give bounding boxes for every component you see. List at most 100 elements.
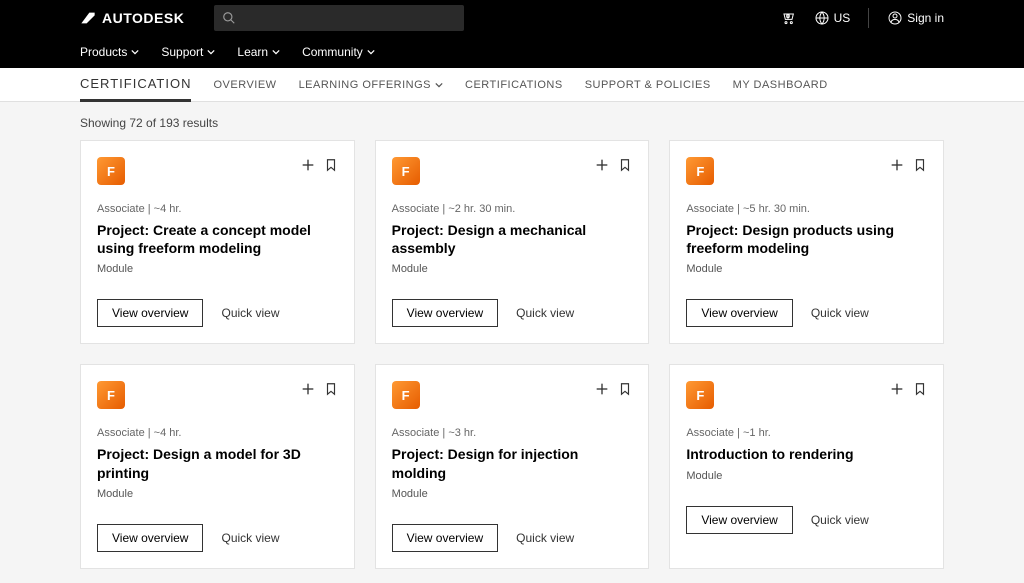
course-card: F Associate | ~2 hr. 30 min. Project: De…	[375, 140, 650, 344]
fusion-icon: F	[97, 381, 125, 409]
card-meta: Associate | ~5 hr. 30 min.	[686, 203, 927, 215]
bookmark-icon[interactable]	[618, 381, 632, 397]
sign-in-button[interactable]: Sign in	[887, 10, 944, 26]
add-icon[interactable]	[300, 381, 316, 397]
card-footer: View overview Quick view	[686, 506, 927, 534]
quick-view-link[interactable]: Quick view	[516, 531, 574, 545]
card-footer: View overview Quick view	[97, 299, 338, 327]
svg-text:0: 0	[786, 14, 789, 20]
card-title: Project: Design for injection molding	[392, 445, 633, 481]
tab-support-policies[interactable]: SUPPORT & POLICIES	[585, 79, 711, 91]
card-title: Introduction to rendering	[686, 445, 927, 463]
view-overview-button[interactable]: View overview	[686, 506, 792, 534]
search-input[interactable]	[244, 11, 456, 25]
fusion-icon: F	[686, 157, 714, 185]
brand-logo[interactable]: AUTODESK	[80, 10, 184, 26]
view-overview-button[interactable]: View overview	[97, 299, 203, 327]
card-header: F	[392, 381, 633, 409]
course-card: F Associate | ~3 hr. Project: Design for…	[375, 364, 650, 568]
user-icon	[887, 10, 903, 26]
fusion-icon: F	[392, 157, 420, 185]
view-overview-button[interactable]: View overview	[97, 524, 203, 552]
card-actions	[594, 381, 632, 397]
region-text: US	[834, 11, 851, 25]
add-icon[interactable]	[594, 381, 610, 397]
tab-overview[interactable]: OVERVIEW	[213, 79, 276, 91]
bookmark-icon[interactable]	[913, 157, 927, 173]
course-card: F Associate | ~5 hr. 30 min. Project: De…	[669, 140, 944, 344]
quick-view-link[interactable]: Quick view	[221, 531, 279, 545]
quick-view-link[interactable]: Quick view	[811, 513, 869, 527]
add-icon[interactable]	[889, 381, 905, 397]
globe-icon	[814, 10, 830, 26]
add-icon[interactable]	[594, 157, 610, 173]
course-card: F Associate | ~4 hr. Project: Create a c…	[80, 140, 355, 344]
cart-button[interactable]: 0	[780, 10, 796, 26]
quick-view-link[interactable]: Quick view	[811, 306, 869, 320]
tab-learning-offerings[interactable]: LEARNING OFFERINGS	[299, 79, 443, 91]
bookmark-icon[interactable]	[324, 157, 338, 173]
tab-certifications[interactable]: CERTIFICATIONS	[465, 79, 563, 91]
tertiary-nav: CERTIFICATION OVERVIEW LEARNING OFFERING…	[0, 68, 1024, 102]
add-icon[interactable]	[889, 157, 905, 173]
card-actions	[889, 157, 927, 173]
card-type: Module	[686, 470, 927, 482]
view-overview-button[interactable]: View overview	[392, 524, 498, 552]
card-type: Module	[392, 263, 633, 275]
tab-my-dashboard[interactable]: MY DASHBOARD	[733, 79, 828, 91]
secondary-nav: Products Support Learn Community	[0, 36, 1024, 68]
chevron-down-icon	[272, 48, 280, 56]
card-meta: Associate | ~3 hr.	[392, 427, 633, 439]
fusion-icon: F	[97, 157, 125, 185]
nav-learn[interactable]: Learn	[237, 45, 280, 59]
card-grid: F Associate | ~4 hr. Project: Create a c…	[80, 140, 944, 569]
nav-community[interactable]: Community	[302, 45, 375, 59]
view-overview-button[interactable]: View overview	[392, 299, 498, 327]
top-header: AUTODESK 0 US Sign in	[0, 0, 1024, 36]
chevron-down-icon	[367, 48, 375, 56]
card-actions	[300, 157, 338, 173]
header-right: 0 US Sign in	[780, 8, 944, 28]
sign-in-text: Sign in	[907, 11, 944, 25]
bookmark-icon[interactable]	[618, 157, 632, 173]
card-title: Project: Create a concept model using fr…	[97, 221, 338, 257]
content-area: Showing 72 of 193 results F Associate | …	[0, 102, 1024, 583]
card-meta: Associate | ~4 hr.	[97, 427, 338, 439]
chevron-down-icon	[435, 81, 443, 89]
chevron-down-icon	[131, 48, 139, 56]
autodesk-logo-icon	[80, 10, 96, 26]
search-box[interactable]	[214, 5, 464, 31]
card-header: F	[97, 157, 338, 185]
card-title: Project: Design a model for 3D printing	[97, 445, 338, 481]
brand-text: AUTODESK	[102, 10, 184, 26]
card-header: F	[97, 381, 338, 409]
card-actions	[594, 157, 632, 173]
card-meta: Associate | ~2 hr. 30 min.	[392, 203, 633, 215]
add-icon[interactable]	[300, 157, 316, 173]
card-meta: Associate | ~4 hr.	[97, 203, 338, 215]
card-type: Module	[97, 263, 338, 275]
quick-view-link[interactable]: Quick view	[516, 306, 574, 320]
quick-view-link[interactable]: Quick view	[221, 306, 279, 320]
divider	[868, 8, 869, 28]
nav-support[interactable]: Support	[161, 45, 215, 59]
bookmark-icon[interactable]	[324, 381, 338, 397]
card-actions	[889, 381, 927, 397]
card-footer: View overview Quick view	[392, 299, 633, 327]
view-overview-button[interactable]: View overview	[686, 299, 792, 327]
card-header: F	[686, 381, 927, 409]
search-icon	[222, 11, 236, 25]
fusion-icon: F	[686, 381, 714, 409]
page-title: CERTIFICATION	[80, 76, 191, 102]
card-type: Module	[392, 488, 633, 500]
card-type: Module	[686, 263, 927, 275]
card-title: Project: Design a mechanical assembly	[392, 221, 633, 257]
results-count: Showing 72 of 193 results	[80, 116, 944, 130]
card-header: F	[686, 157, 927, 185]
card-footer: View overview Quick view	[392, 524, 633, 552]
cart-icon: 0	[780, 10, 796, 26]
region-selector[interactable]: US	[814, 10, 851, 26]
bookmark-icon[interactable]	[913, 381, 927, 397]
nav-products[interactable]: Products	[80, 45, 139, 59]
card-footer: View overview Quick view	[686, 299, 927, 327]
